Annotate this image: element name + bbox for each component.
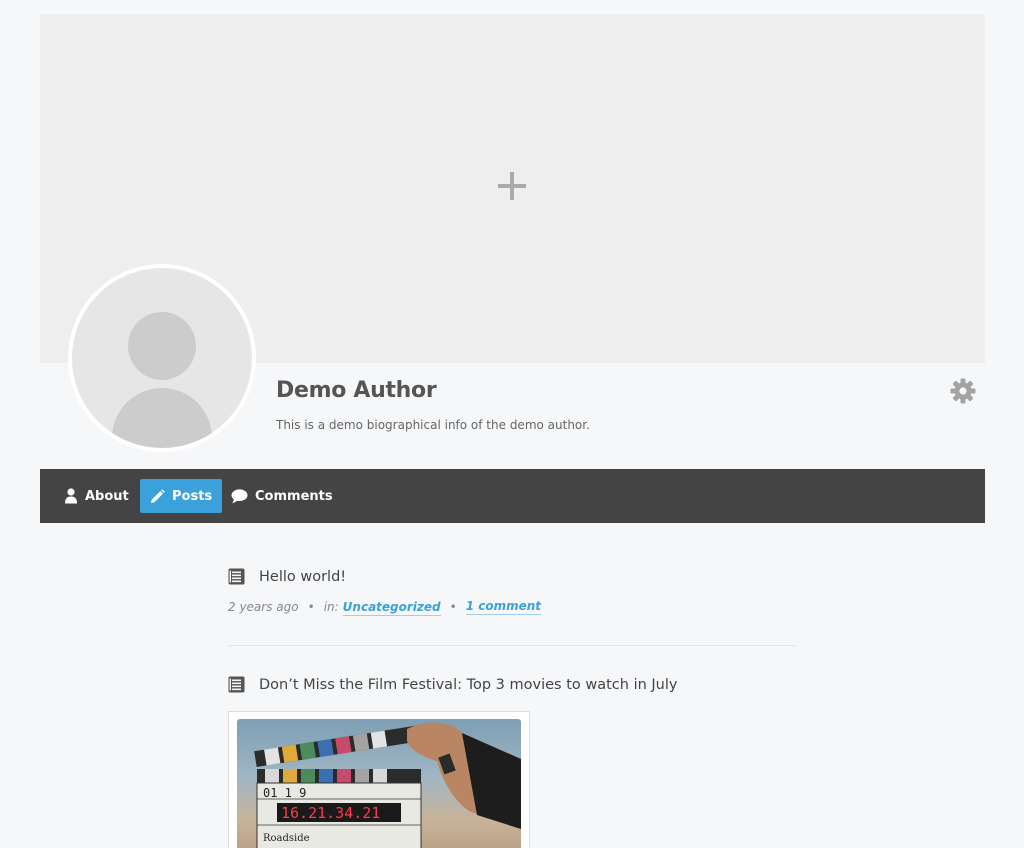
clapperboard-illustration: 01 1 9 16.21.34.21 Roadside — [254, 722, 521, 848]
tab-posts[interactable]: Posts — [140, 479, 223, 513]
add-cover-plus-icon[interactable] — [498, 172, 526, 200]
post-category-link[interactable]: Uncategorized — [342, 600, 441, 616]
avatar[interactable] — [68, 264, 256, 452]
meta-separator-dot: • — [449, 600, 457, 614]
post-title[interactable]: Don’t Miss the Film Festival: Top 3 movi… — [259, 677, 677, 693]
post-date: 2 years ago — [228, 600, 299, 614]
pencil-icon — [151, 488, 165, 503]
post-category-label: in: — [323, 600, 339, 614]
slate-bottom-text: Roadside — [263, 833, 310, 844]
tab-about-label: About — [85, 488, 129, 504]
post-comments-link[interactable]: 1 comment — [465, 599, 542, 615]
slate-timecode: 16.21.34.21 — [281, 804, 380, 822]
post-thumbnail[interactable]: 01 1 9 16.21.34.21 Roadside — [228, 711, 530, 848]
post-thumbnail-image: 01 1 9 16.21.34.21 Roadside — [237, 719, 521, 848]
document-icon — [228, 568, 245, 585]
profile-bio: This is a demo biographical info of the … — [276, 418, 590, 432]
tab-about[interactable]: About — [54, 479, 139, 513]
tab-comments-label: Comments — [255, 488, 333, 504]
tab-comments[interactable]: Comments — [221, 479, 343, 513]
post-title[interactable]: Hello world! — [259, 569, 346, 585]
avatar-body-shape — [112, 388, 212, 448]
slate-top-text: 01 1 9 — [263, 786, 306, 800]
avatar-head-shape — [128, 312, 196, 380]
document-icon — [228, 676, 245, 693]
user-icon — [65, 488, 77, 504]
post-title-row: Hello world! — [228, 568, 796, 585]
meta-separator-dot: • — [307, 600, 315, 614]
post-meta: 2 years ago • in: Uncategorized • 1 comm… — [228, 599, 796, 616]
post-item: Hello world! 2 years ago • in: Uncategor… — [228, 568, 796, 646]
comment-icon — [231, 488, 248, 503]
gear-icon[interactable] — [950, 378, 976, 404]
post-title-row: Don’t Miss the Film Festival: Top 3 movi… — [228, 676, 796, 693]
avatar-placeholder — [72, 268, 252, 448]
tab-posts-label: Posts — [172, 488, 213, 504]
profile-name: Demo Author — [276, 378, 437, 403]
profile-tabs-bar: About Posts Comments — [40, 469, 985, 523]
post-item: Don’t Miss the Film Festival: Top 3 movi… — [228, 676, 796, 848]
